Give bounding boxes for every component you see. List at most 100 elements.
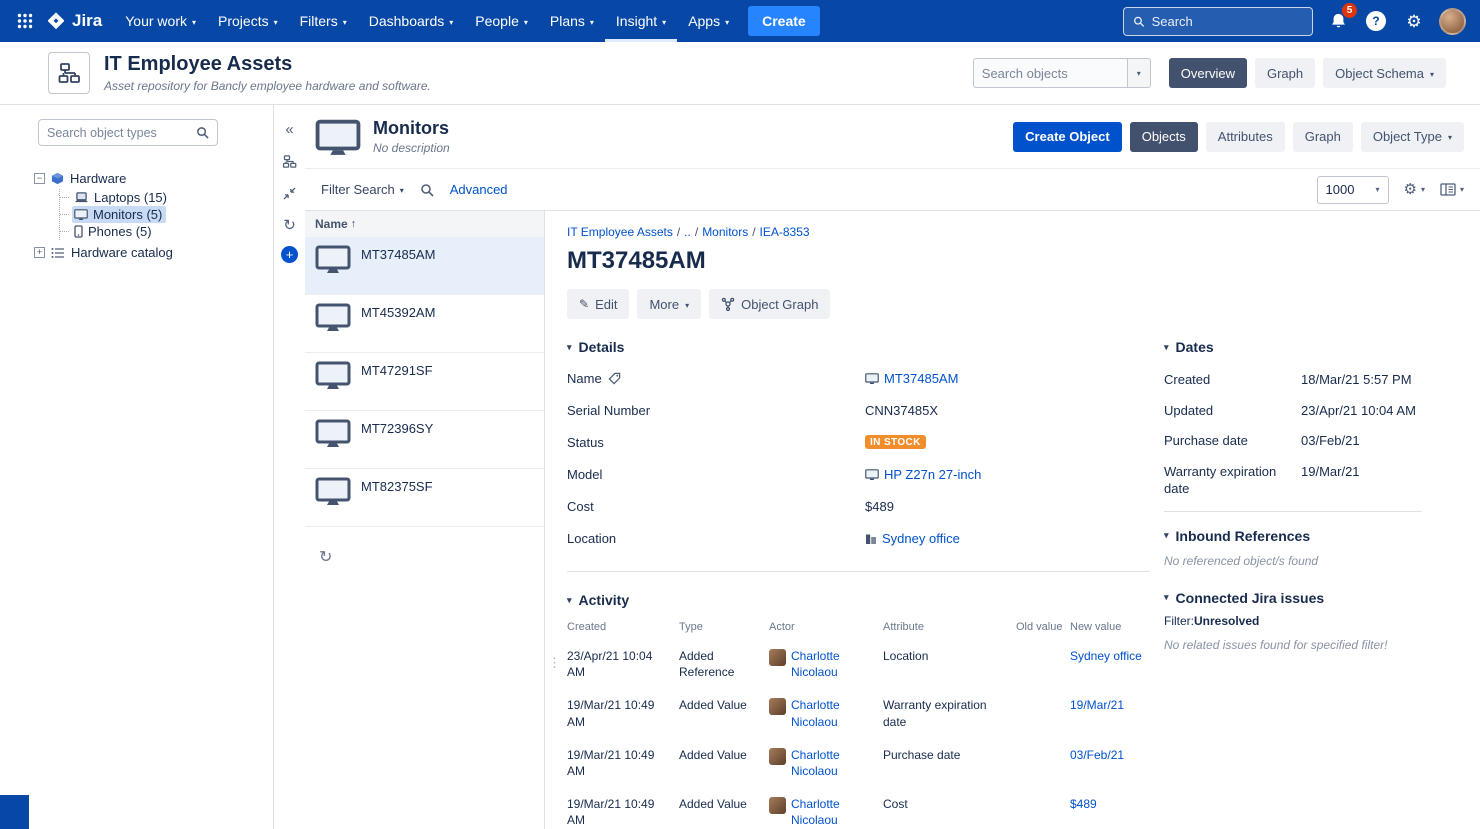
more-menu-button[interactable]: More ▾ (637, 289, 701, 319)
detail-row-status: Status IN STOCK (567, 435, 1150, 467)
search-icon[interactable] (420, 183, 434, 197)
jira-mark-icon (46, 11, 66, 31)
help-button[interactable]: ? (1363, 8, 1389, 34)
object-graph-button[interactable]: Object Graph (709, 289, 830, 319)
tree-item-hardware-catalog[interactable]: + Hardware catalog (34, 242, 273, 263)
tree-item-monitors[interactable]: Monitors (5) (60, 206, 273, 223)
nav-item-dashboards[interactable]: Dashboards▾ (358, 0, 465, 42)
jira-logo[interactable]: Jira (40, 11, 114, 31)
objects-tab-button[interactable]: Objects (1130, 122, 1198, 152)
tree-item-phones[interactable]: Phones (5) (60, 223, 273, 240)
actor-link[interactable]: Charlotte Nicolaou (791, 747, 877, 779)
nav-item-apps[interactable]: Apps▾ (677, 0, 740, 42)
search-objects-input[interactable] (973, 58, 1127, 88)
breadcrumb-parent-link[interactable]: .. (684, 225, 691, 239)
attributes-tab-button[interactable]: Attributes (1206, 122, 1285, 152)
actor-link[interactable]: Charlotte Nicolaou (791, 697, 877, 729)
list-item[interactable]: MT37485AM (305, 237, 544, 295)
app-switcher-icon[interactable] (10, 6, 40, 36)
serial-number-value: CNN37485X (865, 403, 938, 418)
tree-collapse-icon[interactable]: − (34, 173, 45, 184)
primary-nav: Your work▾ Projects▾ Filters▾ Dashboards… (114, 0, 740, 42)
collapse-sidebar-button[interactable]: « (279, 118, 301, 140)
tree-item-laptops[interactable]: Laptops (15) (60, 189, 273, 206)
new-value-link[interactable]: 03/Feb/21 (1070, 748, 1124, 762)
list-settings-dropdown[interactable]: ⚙ ▾ (1404, 182, 1425, 197)
monitor-icon (315, 477, 351, 505)
location-link[interactable]: Sydney office (865, 531, 960, 546)
object-type-search[interactable] (38, 119, 218, 146)
create-object-button[interactable]: Create Object (1013, 122, 1122, 152)
actor-link[interactable]: Charlotte Nicolaou (791, 648, 877, 680)
object-name: MT47291SF (361, 363, 433, 402)
tree-expand-icon[interactable]: + (34, 247, 45, 258)
list-item[interactable]: MT72396SY (305, 411, 544, 469)
nav-item-plans[interactable]: Plans▾ (539, 0, 605, 42)
new-value-link[interactable]: $489 (1070, 797, 1097, 811)
nav-item-your-work[interactable]: Your work▾ (114, 0, 207, 42)
activity-table: Created Type Actor Attribute Old value N… (567, 618, 1150, 829)
search-objects-combo: ▾ (973, 58, 1151, 88)
monitor-icon (315, 119, 361, 155)
refresh-list-button[interactable]: ↻ (319, 547, 343, 567)
connected-issues-toggle[interactable]: ▾ Connected Jira issues (1164, 590, 1422, 606)
breadcrumb-object-key-link[interactable]: IEA-8353 (760, 225, 810, 239)
panel-resize-handle[interactable]: ⋮ (548, 655, 561, 671)
edit-button[interactable]: ✎ Edit (567, 289, 629, 319)
nav-item-people[interactable]: People▾ (464, 0, 539, 42)
global-search-input[interactable] (1152, 14, 1303, 29)
user-avatar[interactable] (1439, 8, 1466, 35)
dates-section-toggle[interactable]: ▾ Dates (1164, 339, 1422, 355)
object-types-sidebar: − Hardware Laptops (15) Monitor (0, 105, 274, 829)
building-icon (865, 533, 877, 545)
tree-item-hardware[interactable]: − Hardware (34, 168, 273, 189)
sync-button[interactable]: ↻ (279, 214, 301, 236)
activity-row: 19/Mar/21 10:49 AM Added Value Charlotte… (567, 688, 1150, 737)
graph-tab-button[interactable]: Graph (1255, 58, 1315, 88)
graph-icon (721, 297, 735, 311)
chevron-down-icon: ▾ (567, 342, 572, 353)
create-button[interactable]: Create (748, 6, 820, 36)
plus-icon: + (286, 247, 294, 262)
global-search[interactable] (1123, 7, 1313, 36)
inbound-references-toggle[interactable]: ▾ Inbound References (1164, 528, 1422, 544)
graph-tab-button[interactable]: Graph (1293, 122, 1353, 152)
object-schema-menu-button[interactable]: Object Schema ▾ (1323, 58, 1446, 88)
advanced-search-link[interactable]: Advanced (450, 182, 508, 197)
object-name-link[interactable]: MT37485AM (865, 371, 958, 386)
main-panel: Monitors No description Create Object Ob… (305, 105, 1480, 829)
nav-item-filters[interactable]: Filters▾ (289, 0, 358, 42)
breadcrumb-schema-link[interactable]: IT Employee Assets (567, 225, 673, 239)
nav-item-projects[interactable]: Projects▾ (207, 0, 289, 42)
actor-avatar (769, 797, 786, 814)
collapse-all-button[interactable] (279, 182, 301, 204)
list-item[interactable]: MT82375SF (305, 469, 544, 527)
hierarchy-view-button[interactable] (279, 150, 301, 172)
object-type-search-input[interactable] (47, 126, 190, 140)
breadcrumb-type-link[interactable]: Monitors (702, 225, 748, 239)
add-object-type-button[interactable]: + (281, 246, 298, 263)
model-link[interactable]: HP Z27n 27-inch (865, 467, 981, 482)
chevron-down-icon: ▾ (662, 18, 666, 27)
chevron-down-icon: ▾ (1421, 185, 1425, 194)
page-size-select[interactable]: 1000 ▾ (1317, 176, 1389, 204)
corner-widget (0, 795, 29, 829)
nav-item-insight[interactable]: Insight▾ (605, 0, 677, 42)
notifications-button[interactable]: 5 (1325, 8, 1351, 34)
new-value-link[interactable]: 19/Mar/21 (1070, 698, 1124, 712)
filter-search-dropdown[interactable]: Filter Search ▾ (321, 182, 404, 197)
activity-row: 23/Apr/21 10:04 AM Added Reference Charl… (567, 639, 1150, 688)
overview-tab-button[interactable]: Overview (1169, 58, 1247, 88)
search-objects-caret[interactable]: ▾ (1127, 58, 1151, 88)
name-column-header[interactable]: Name ↑ (305, 211, 544, 237)
new-value-link[interactable]: Sydney office (1070, 649, 1142, 663)
actor-link[interactable]: Charlotte Nicolaou (791, 796, 877, 828)
schema-icon-box[interactable] (48, 52, 90, 94)
list-item[interactable]: MT47291SF (305, 353, 544, 411)
object-type-menu-button[interactable]: Object Type ▾ (1361, 122, 1464, 152)
details-section-toggle[interactable]: ▾ Details (567, 339, 1150, 355)
settings-button[interactable]: ⚙ (1401, 8, 1427, 34)
view-layout-dropdown[interactable]: ▾ (1440, 183, 1464, 196)
activity-section-toggle[interactable]: ▾ Activity (567, 592, 1150, 608)
list-item[interactable]: MT45392AM (305, 295, 544, 353)
